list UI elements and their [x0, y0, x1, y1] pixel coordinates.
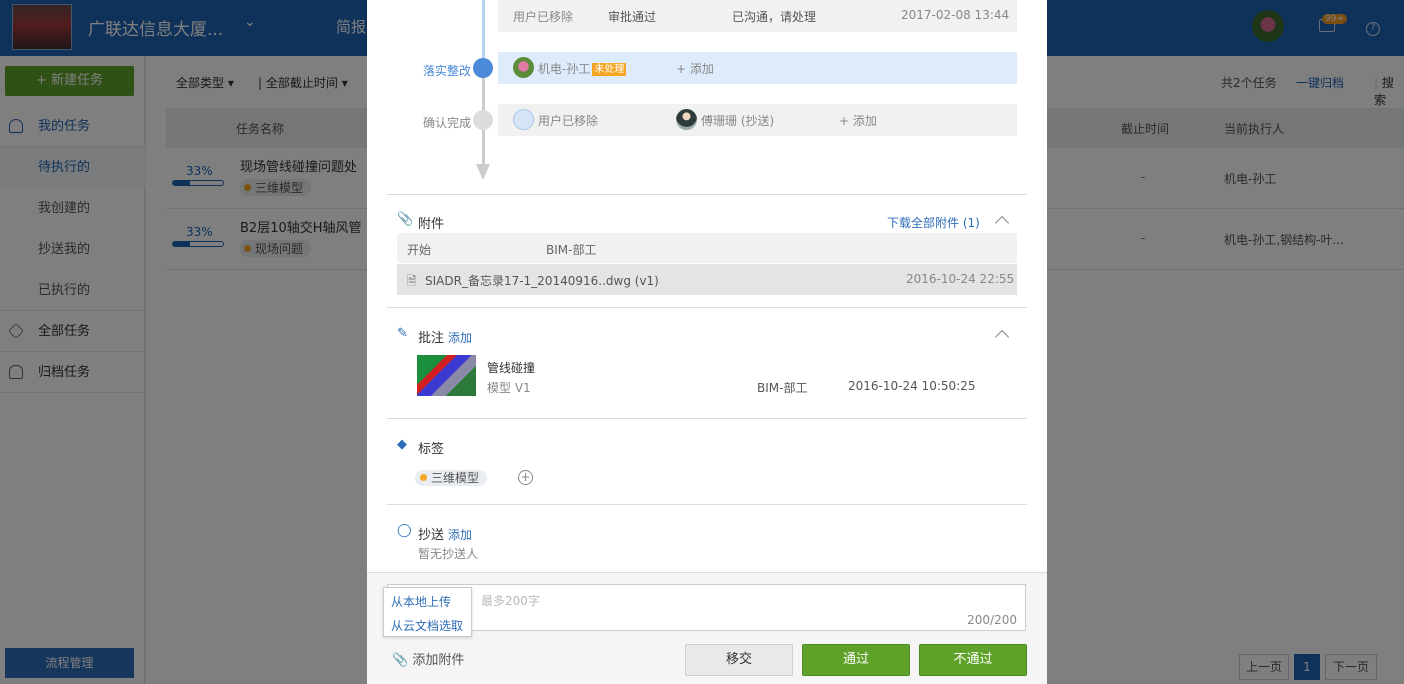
- add-attachment-label: 添加附件: [412, 653, 465, 668]
- add-assignee-button[interactable]: + 添加: [676, 60, 714, 77]
- step-dot-rectify: [473, 58, 493, 78]
- step-assignee[interactable]: 机电-孙工 未处理: [538, 60, 627, 77]
- timeline-arrow: [476, 164, 490, 180]
- cc-title-label: 抄送: [418, 528, 445, 543]
- pass-button[interactable]: 通过: [802, 644, 910, 676]
- divider: [387, 504, 1027, 505]
- char-count: 200/200: [967, 613, 1017, 627]
- chevron-up-icon[interactable]: [994, 215, 1010, 231]
- step-assignee-name: 机电-孙工: [538, 62, 591, 76]
- avatar: [676, 109, 697, 130]
- add-cc-link[interactable]: 添加: [448, 528, 472, 542]
- approval-time: 2017-02-08 13:44: [901, 8, 1010, 22]
- approval-user: 用户已移除: [513, 10, 574, 24]
- add-attachment-button[interactable]: 📎 添加附件: [392, 649, 464, 668]
- upload-menu: 从本地上传 从云文档选取: [383, 587, 472, 637]
- upload-local-item[interactable]: 从本地上传: [391, 593, 451, 610]
- add-note-link[interactable]: 添加: [448, 331, 472, 345]
- status-badge: 未处理: [592, 63, 627, 76]
- cc-empty-text: 暂无抄送人: [418, 547, 479, 561]
- transfer-button[interactable]: 移交: [685, 644, 793, 676]
- step-label-confirm: 确认完成: [423, 116, 472, 130]
- step-row-rectify: 机电-孙工 未处理 + 添加: [498, 52, 1017, 84]
- paperclip-icon: 📎: [392, 653, 409, 668]
- task-detail-modal: 用户已移除 审批通过 已沟通，请处理 2017-02-08 13:44 落实整改…: [367, 0, 1047, 684]
- attachment-file-row[interactable]: 🗎 SIADR_备忘录17-1_20140916..dwg (v1) 2016-…: [397, 264, 1017, 295]
- divider: [387, 307, 1027, 308]
- attachment-file-name[interactable]: SIADR_备忘录17-1_20140916..dwg (v1): [425, 272, 659, 289]
- tags-title: 标签: [418, 442, 445, 457]
- user-icon: ◯: [397, 523, 412, 538]
- attachment-uploader: BIM-部工: [546, 243, 597, 257]
- divider: [387, 194, 1027, 195]
- attachment-group-header: 开始 BIM-部工: [397, 233, 1017, 263]
- tag-chip[interactable]: 三维模型: [415, 470, 488, 486]
- notes-title-label: 批注: [418, 331, 445, 346]
- step-label-rectify: 落实整改: [423, 64, 472, 78]
- note-meta: 模型 V1: [487, 381, 531, 395]
- tag-chip-label: 三维模型: [431, 471, 480, 485]
- file-icon: 🗎: [407, 274, 417, 288]
- upload-cloud-item[interactable]: 从云文档选取: [391, 617, 463, 634]
- approval-record-row: 用户已移除 审批通过 已沟通，请处理 2017-02-08 13:44: [498, 0, 1017, 32]
- step-assignee: 用户已移除: [538, 114, 599, 128]
- comment-placeholder: 最多200字: [481, 594, 540, 608]
- note-time: 2016-10-24 10:50:25: [848, 379, 976, 393]
- step-dot-confirm: [473, 110, 493, 130]
- cc-title: 抄送 添加: [418, 524, 472, 543]
- approval-comment: 已沟通，请处理: [732, 10, 817, 24]
- tag-icon: ◆: [397, 437, 407, 452]
- approval-status: 审批通过: [608, 10, 657, 24]
- paperclip-icon: 📎: [397, 212, 414, 227]
- note-thumbnail[interactable]: [417, 355, 476, 396]
- attachment-file-time: 2016-10-24 22:55: [906, 272, 1015, 286]
- comment-input[interactable]: 最多200字 200/200: [387, 584, 1026, 631]
- edit-icon: ✎: [397, 326, 408, 341]
- step-cc-user: 傅珊珊 (抄送): [701, 114, 775, 128]
- avatar: [513, 109, 534, 130]
- note-title[interactable]: 管线碰撞: [487, 359, 535, 376]
- add-assignee-button[interactable]: + 添加: [839, 112, 877, 129]
- note-user: BIM-部工: [757, 381, 808, 395]
- attachment-stage: 开始: [407, 243, 432, 257]
- notes-title: 批注 添加: [418, 327, 472, 346]
- avatar: [513, 57, 534, 78]
- modal-footer: 最多200字 200/200 从本地上传 从云文档选取 📎 添加附件 移交 通过…: [367, 572, 1047, 684]
- step-row-confirm: 用户已移除 傅珊珊 (抄送) + 添加: [498, 104, 1017, 136]
- download-all-link[interactable]: 下载全部附件 (1): [887, 214, 980, 231]
- divider: [387, 418, 1027, 419]
- reject-button[interactable]: 不通过: [919, 644, 1027, 676]
- attachments-title: 附件: [418, 217, 445, 232]
- chevron-up-icon[interactable]: [994, 329, 1010, 345]
- add-tag-button[interactable]: +: [518, 470, 533, 485]
